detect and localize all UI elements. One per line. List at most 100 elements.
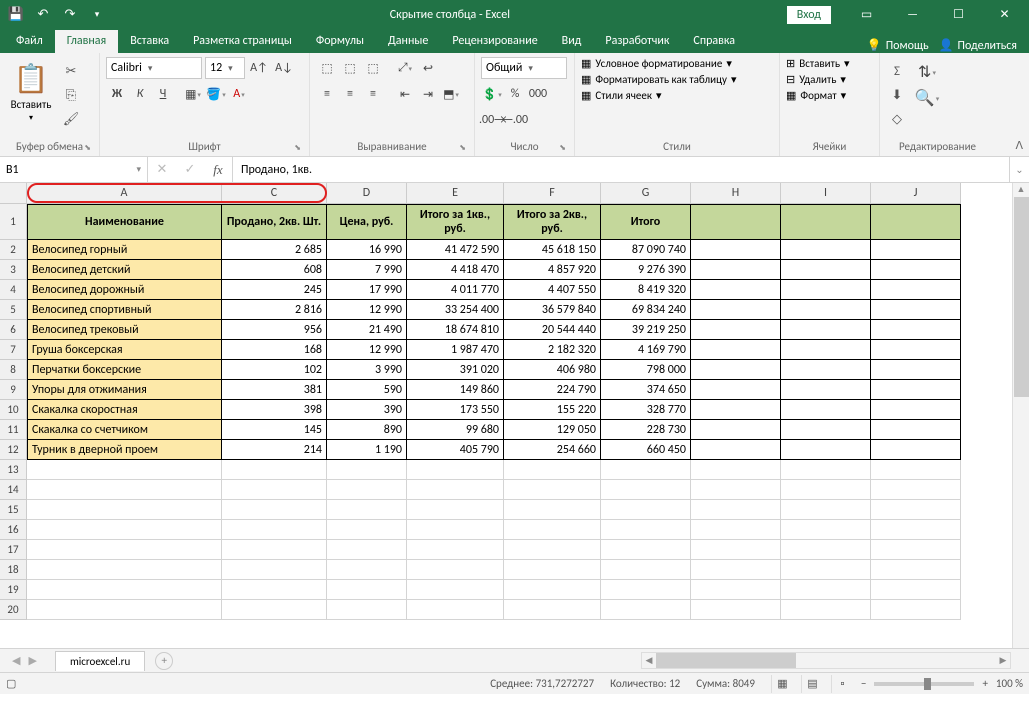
cell[interactable] [691,580,781,600]
cell[interactable] [781,440,871,460]
page-layout-view-icon[interactable]: ▤ [801,675,823,693]
borders-icon[interactable]: ▦ [182,83,204,105]
redo-icon[interactable]: ↷ [58,3,82,27]
sheet-tab[interactable]: microexcel.ru [55,651,145,671]
expand-formula-bar-icon[interactable]: ⌄ [1009,157,1029,182]
cell[interactable]: 87 090 740 [601,240,691,260]
cell[interactable] [871,440,961,460]
cell[interactable]: 374 650 [601,380,691,400]
tab-формулы[interactable]: Формулы [304,30,376,53]
cell[interactable] [601,520,691,540]
cell[interactable]: 2 182 320 [504,340,601,360]
cell[interactable] [222,560,327,580]
cell[interactable] [691,300,781,320]
cell[interactable] [781,500,871,520]
cell[interactable]: 381 [222,380,327,400]
column-header[interactable]: H [691,183,781,204]
cell[interactable]: 155 220 [504,400,601,420]
cell[interactable] [871,260,961,280]
header-cell[interactable]: Наименование [27,204,222,240]
macro-record-icon[interactable]: ▢ [6,677,16,690]
cell[interactable]: 4 011 770 [407,280,504,300]
cell[interactable]: 245 [222,280,327,300]
format-cells-button[interactable]: ▦Формат ▾ [786,89,846,102]
cell[interactable]: 39 219 250 [601,320,691,340]
cell[interactable]: Велосипед горный [27,240,222,260]
cell[interactable]: 102 [222,360,327,380]
vertical-scrollbar[interactable]: ▲ [1012,183,1029,648]
align-bottom-icon[interactable]: ⬚ [362,57,384,79]
cell[interactable] [504,460,601,480]
tab-справка[interactable]: Справка [681,30,747,53]
fill-icon[interactable]: ⬇ [886,85,908,105]
orientation-icon[interactable]: ⤢ [394,57,416,79]
cell[interactable] [871,400,961,420]
cell[interactable] [691,600,781,620]
sheet-nav-next-icon[interactable]: ▶ [24,654,40,667]
align-top-icon[interactable]: ⬚ [316,57,338,79]
row-header[interactable]: 10 [0,400,27,420]
cell[interactable] [871,480,961,500]
cell[interactable] [691,460,781,480]
cell[interactable]: 2 685 [222,240,327,260]
cell[interactable] [691,480,781,500]
cell[interactable] [407,560,504,580]
cell[interactable] [781,240,871,260]
cell[interactable] [27,500,222,520]
cell[interactable] [871,360,961,380]
row-header[interactable]: 3 [0,260,27,280]
column-header[interactable]: C [222,183,327,204]
insert-cells-button[interactable]: ⊞Вставить ▾ [786,57,850,70]
cell[interactable]: 2 816 [222,300,327,320]
cell[interactable] [691,340,781,360]
cell[interactable]: 406 980 [504,360,601,380]
column-header[interactable]: E [407,183,504,204]
number-format-combo[interactable]: Общий [481,57,567,79]
cell[interactable] [691,260,781,280]
row-header[interactable]: 15 [0,500,27,520]
cell[interactable] [327,520,407,540]
cell[interactable] [407,460,504,480]
cell[interactable] [407,580,504,600]
cell[interactable]: 3 990 [327,360,407,380]
cell[interactable] [781,480,871,500]
row-header[interactable]: 13 [0,460,27,480]
row-header[interactable]: 18 [0,560,27,580]
cell[interactable] [27,460,222,480]
cell[interactable]: Перчатки боксерские [27,360,222,380]
sheet-nav-prev-icon[interactable]: ◀ [8,654,24,667]
header-cell[interactable] [871,204,961,240]
autosum-icon[interactable]: Σ [886,61,908,81]
cell[interactable]: Турник в дверной проем [27,440,222,460]
cell[interactable] [691,560,781,580]
column-header[interactable]: A [27,183,222,204]
row-header[interactable]: 2 [0,240,27,260]
zoom-in-icon[interactable]: + [982,677,987,690]
cell[interactable]: Велосипед спортивный [27,300,222,320]
cell[interactable] [691,440,781,460]
collapse-ribbon-icon[interactable]: ᐱ [1015,139,1023,152]
cell[interactable] [781,260,871,280]
row-header[interactable]: 9 [0,380,27,400]
cancel-formula-icon[interactable]: ✕ [148,162,176,177]
cell[interactable]: 4 418 470 [407,260,504,280]
paste-button[interactable]: 📋 Вставить ▾ [6,57,56,123]
delete-cells-button[interactable]: ⊟Удалить ▾ [786,73,846,86]
zoom-slider[interactable] [874,682,974,686]
align-center-icon[interactable]: ≡ [339,83,361,105]
row-header[interactable]: 12 [0,440,27,460]
cell[interactable]: 4 407 550 [504,280,601,300]
cell[interactable]: 7 990 [327,260,407,280]
header-cell[interactable]: Цена, руб. [327,204,407,240]
header-cell[interactable] [781,204,871,240]
row-header[interactable]: 17 [0,540,27,560]
cell[interactable] [407,540,504,560]
cell[interactable] [691,360,781,380]
cell[interactable] [407,520,504,540]
cell[interactable]: 129 050 [504,420,601,440]
close-icon[interactable]: ✕ [982,0,1027,29]
cell[interactable] [222,460,327,480]
zoom-level[interactable]: 100 % [996,677,1023,690]
cell[interactable] [407,600,504,620]
increase-decimal-icon[interactable]: .00→ [481,109,503,131]
